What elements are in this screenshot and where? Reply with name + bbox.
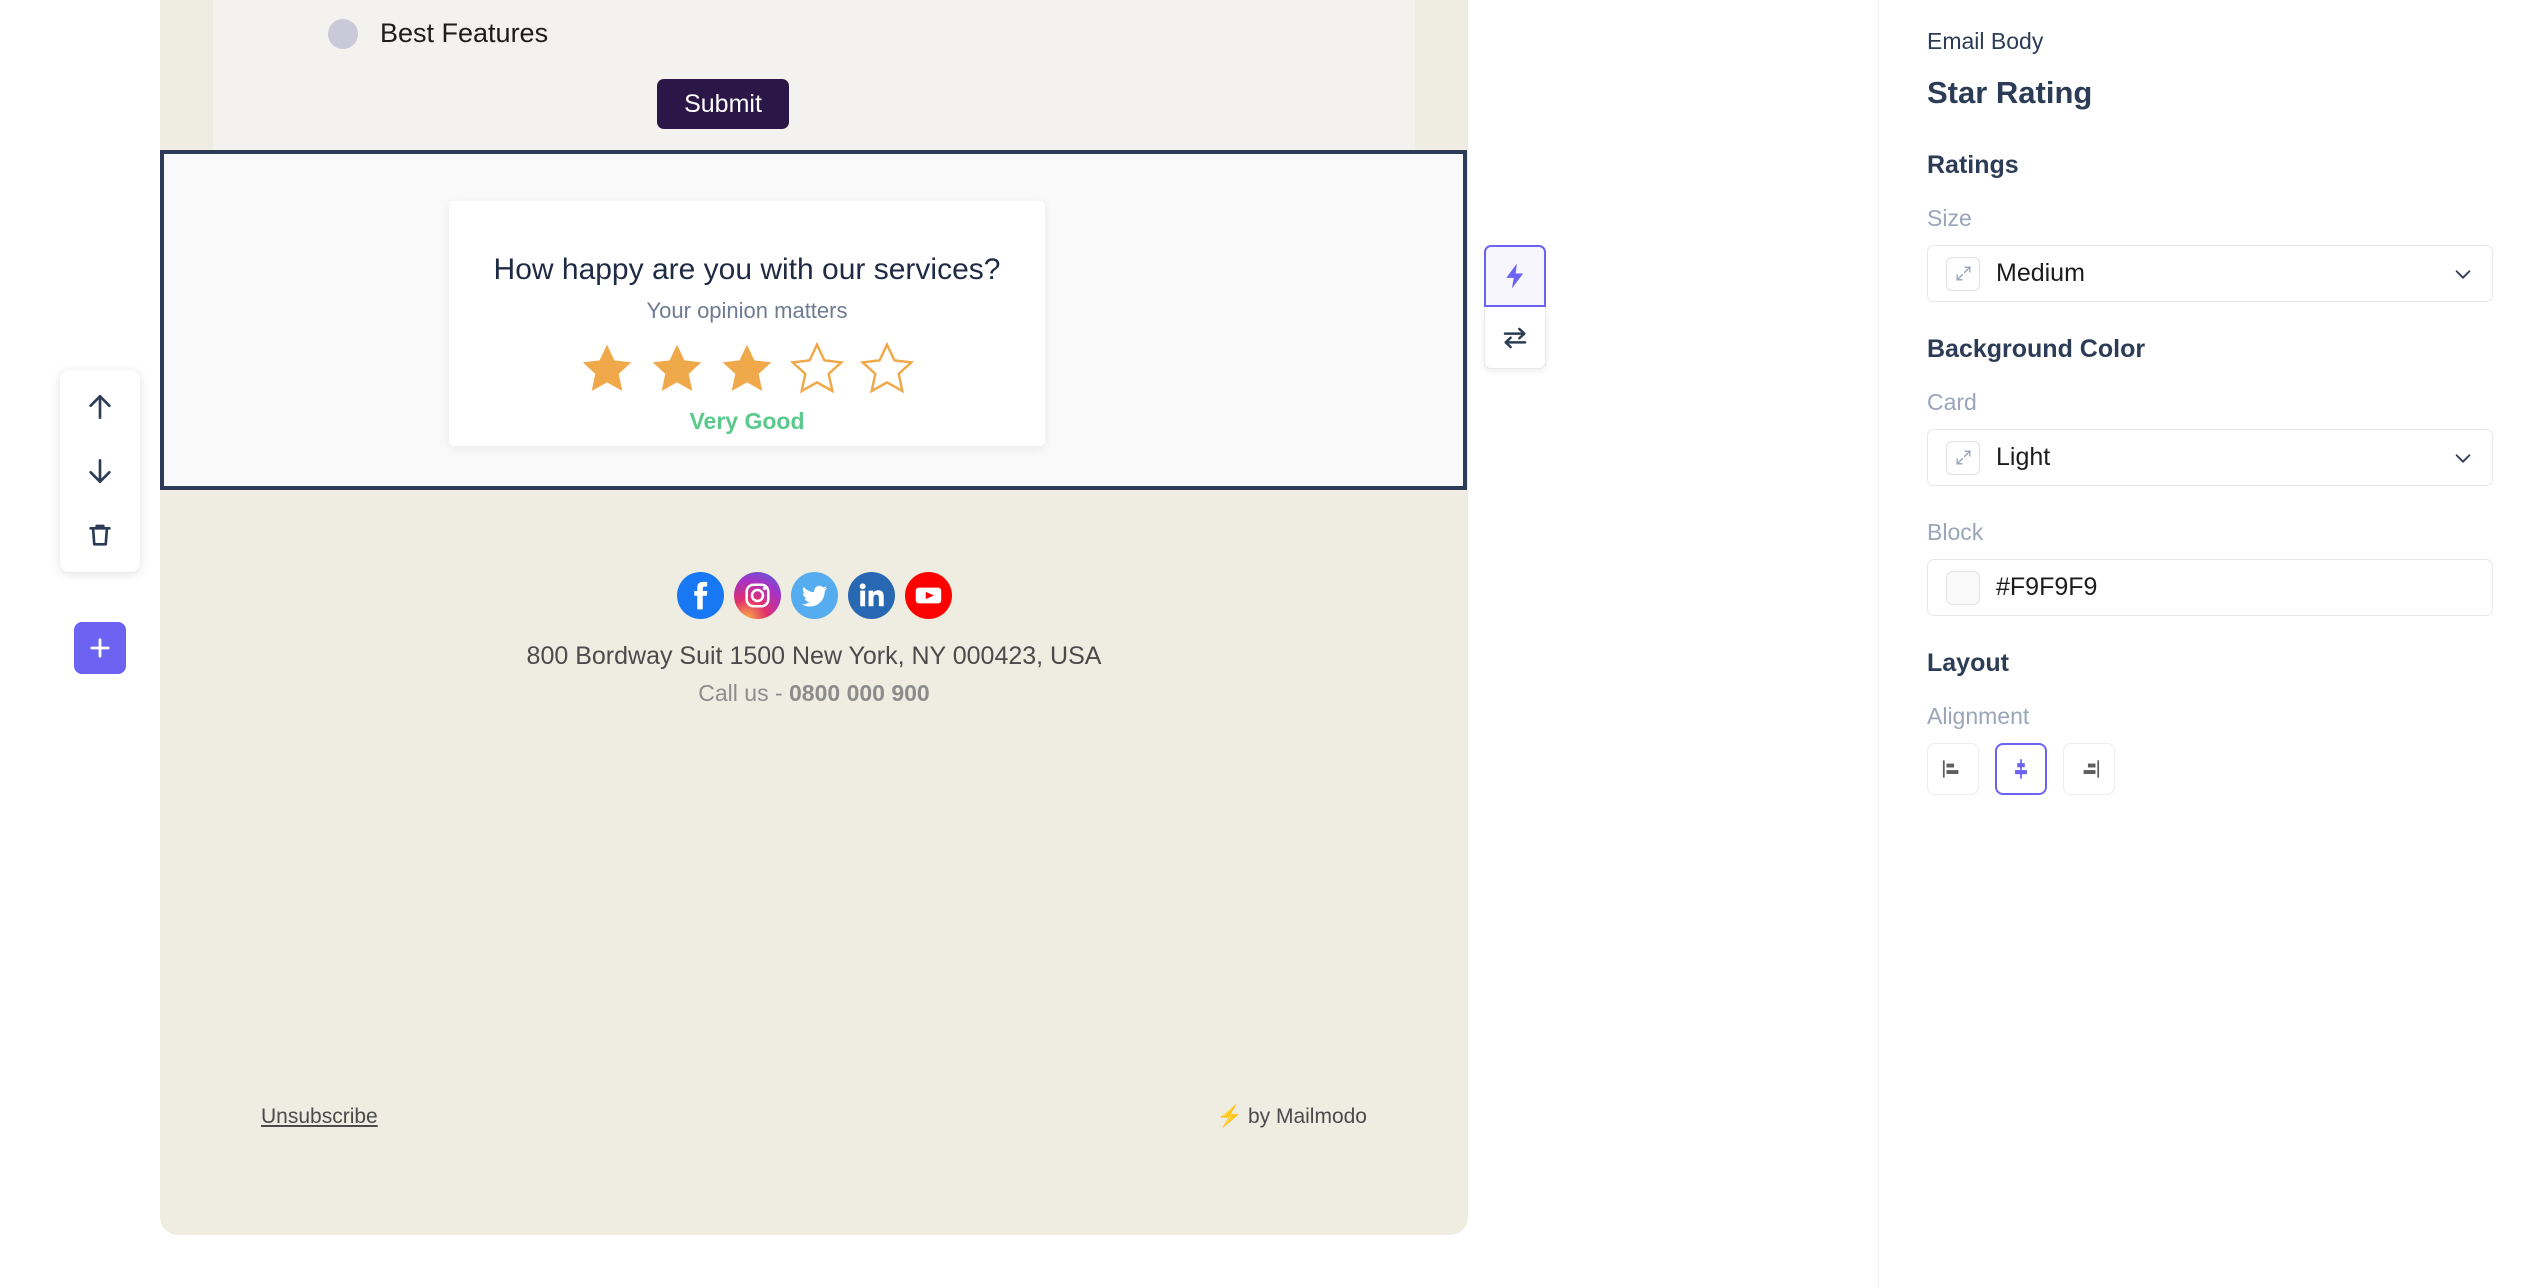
swap-arrows-icon bbox=[1503, 327, 1527, 348]
star-4-empty[interactable] bbox=[790, 341, 844, 395]
align-left-icon bbox=[1942, 760, 1959, 778]
section-heading-ratings: Ratings bbox=[1927, 151, 2019, 179]
star-rating-card: How happy are you with our services? You… bbox=[449, 201, 1045, 446]
email-section-footer: 800 Bordway Suit 1500 New York, NY 00042… bbox=[213, 490, 1415, 1082]
radio-dot-icon[interactable] bbox=[328, 18, 358, 49]
expand-icon bbox=[1946, 440, 1980, 475]
star-1-filled[interactable] bbox=[580, 341, 634, 395]
align-right-icon bbox=[2083, 760, 2100, 778]
card-background-value: Light bbox=[1996, 443, 2051, 471]
block-move-toolbar bbox=[60, 370, 140, 572]
star-rating-control[interactable] bbox=[580, 341, 914, 395]
add-block-button[interactable] bbox=[74, 622, 126, 674]
email-bottom-bar: Unsubscribe ⚡ by Mailmodo bbox=[213, 1082, 1415, 1152]
block-background-color-field[interactable]: #F9F9F9 bbox=[1927, 559, 2493, 616]
field-label-alignment: Alignment bbox=[1927, 703, 2030, 729]
page-title: Star Rating bbox=[1927, 75, 2093, 110]
lightning-bolt-icon bbox=[1506, 263, 1524, 289]
field-label-size: Size bbox=[1927, 205, 1972, 231]
unsubscribe-link[interactable]: Unsubscribe bbox=[261, 1105, 378, 1129]
social-links bbox=[213, 572, 1415, 619]
footer-phone: Call us - 0800 000 900 bbox=[213, 680, 1415, 707]
expand-icon bbox=[1946, 256, 1980, 291]
star-2-filled[interactable] bbox=[650, 341, 704, 395]
youtube-icon[interactable] bbox=[904, 572, 952, 619]
footer-call-prefix: Call us - bbox=[698, 680, 790, 706]
align-center-icon bbox=[2015, 759, 2027, 779]
instagram-icon[interactable] bbox=[733, 572, 781, 619]
card-background-select[interactable]: Light bbox=[1927, 429, 2493, 486]
align-right-button[interactable] bbox=[2063, 743, 2115, 795]
radio-option-best-features[interactable]: Best Features bbox=[328, 18, 548, 49]
move-block-down-button[interactable] bbox=[79, 450, 121, 492]
star-rating-block-selected[interactable]: How happy are you with our services? You… bbox=[160, 150, 1467, 490]
section-heading-background-color: Background Color bbox=[1927, 335, 2146, 363]
rating-verdict-label: Very Good bbox=[689, 408, 805, 434]
block-swap-button[interactable] bbox=[1484, 307, 1546, 369]
move-block-up-button[interactable] bbox=[79, 386, 121, 428]
alignment-button-group bbox=[1927, 743, 2492, 795]
mailmodo-branding-label: by Mailmodo bbox=[1247, 1105, 1367, 1128]
email-builder-screen: Best Features Submit How happy are you w… bbox=[0, 0, 2540, 1288]
delete-block-button[interactable] bbox=[79, 514, 121, 556]
field-label-card: Card bbox=[1927, 389, 1977, 415]
field-label-block: Block bbox=[1927, 519, 1984, 545]
lightning-bolt-icon: ⚡ bbox=[1216, 1105, 1243, 1128]
section-heading-layout: Layout bbox=[1927, 649, 2009, 677]
size-select-value: Medium bbox=[1996, 259, 2085, 287]
star-3-filled[interactable] bbox=[720, 341, 774, 395]
chevron-down-icon[interactable] bbox=[2452, 263, 2474, 285]
email-canvas: Best Features Submit How happy are you w… bbox=[160, 0, 1468, 1235]
facebook-icon[interactable] bbox=[676, 572, 724, 619]
size-select[interactable]: Medium bbox=[1927, 245, 2493, 302]
block-automation-button[interactable] bbox=[1484, 245, 1546, 307]
submit-button[interactable]: Submit bbox=[657, 79, 789, 129]
breadcrumb[interactable]: Email Body bbox=[1927, 28, 2492, 55]
chevron-down-icon[interactable] bbox=[2452, 447, 2474, 469]
align-center-button[interactable] bbox=[1995, 743, 2047, 795]
rating-question: How happy are you with our services? bbox=[493, 253, 1001, 286]
mailmodo-branding: ⚡ by Mailmodo bbox=[1217, 1105, 1367, 1129]
color-swatch[interactable] bbox=[1946, 570, 1980, 605]
properties-panel: Email Body Star Rating Ratings Size Medi… bbox=[1878, 0, 2540, 1288]
linkedin-icon[interactable] bbox=[847, 572, 895, 619]
footer-phone-number: 0800 000 900 bbox=[789, 680, 930, 706]
block-actions-toolbar bbox=[1484, 245, 1546, 369]
email-body: Best Features Submit How happy are you w… bbox=[160, 0, 1467, 1082]
radio-option-label: Best Features bbox=[380, 18, 549, 48]
footer-address: 800 Bordway Suit 1500 New York, NY 00042… bbox=[526, 642, 1102, 670]
twitter-icon[interactable] bbox=[790, 572, 838, 619]
star-5-empty[interactable] bbox=[860, 341, 914, 395]
rating-subtitle: Your opinion matters bbox=[646, 298, 848, 323]
block-background-hex-value[interactable]: #F9F9F9 bbox=[1996, 573, 2097, 602]
align-left-button[interactable] bbox=[1927, 743, 1979, 795]
